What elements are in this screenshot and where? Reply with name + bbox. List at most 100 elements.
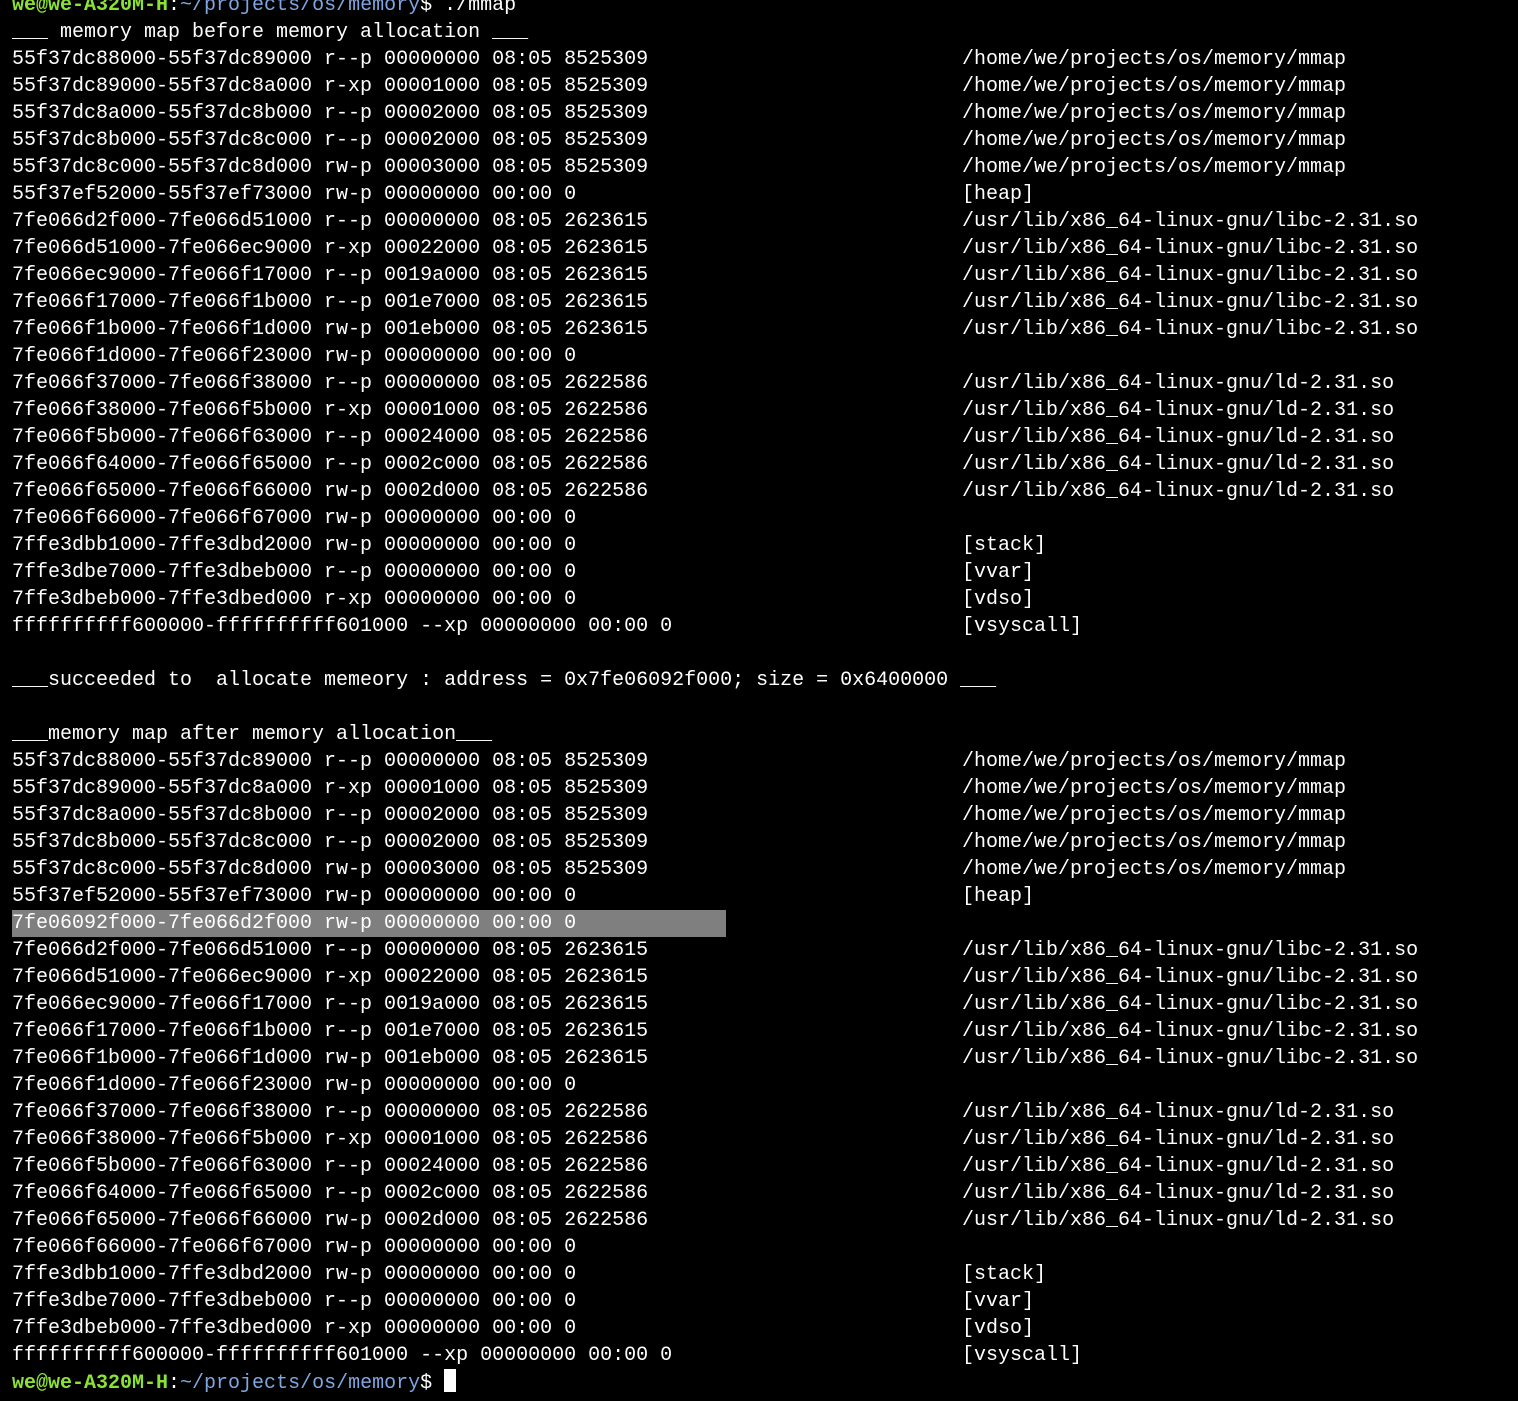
map-row-path: /usr/lib/x86_64-linux-gnu/libc-2.31.so: [962, 291, 1419, 314]
map-row-path: /usr/lib/x86_64-linux-gnu/ld-2.31.so: [962, 1128, 1395, 1151]
map-row-text: 7ffe3dbeb000-7ffe3dbed000 r-xp 00000000 …: [12, 588, 577, 611]
prompt-symbol: $: [420, 1372, 433, 1395]
map-row: 7fe06092f000-7fe066d2f000 rw-p 00000000 …: [0, 910, 1518, 937]
map-row-path: [vdso]: [962, 588, 1035, 611]
map-row-text: ffffffffff600000-ffffffffff601000 --xp 0…: [12, 1344, 673, 1367]
map-row-text: 7fe066f64000-7fe066f65000 r--p 0002c000 …: [12, 1182, 649, 1205]
command-text: ./mmap: [432, 0, 517, 17]
map-row-text: 7fe066f38000-7fe066f5b000 r-xp 00001000 …: [12, 399, 649, 422]
prompt-separator: :: [168, 1372, 181, 1395]
map-row-text: 7fe066d51000-7fe066ec9000 r-xp 00022000 …: [12, 237, 649, 260]
map-row-path: /usr/lib/x86_64-linux-gnu/libc-2.31.so: [962, 1020, 1419, 1043]
prompt-user-host: we@we-A320M-H: [12, 0, 169, 17]
map-row-text: 55f37dc89000-55f37dc8a000 r-xp 00001000 …: [12, 75, 649, 98]
map-row-text: 55f37dc8b000-55f37dc8c000 r--p 00002000 …: [12, 129, 649, 152]
map-row: 7fe066ec9000-7fe066f17000 r--p 0019a000 …: [0, 991, 1518, 1018]
map-row-path: /home/we/projects/os/memory/mmap: [962, 858, 1347, 881]
map-row: 55f37dc89000-55f37dc8a000 r-xp 00001000 …: [0, 775, 1518, 802]
map-row-path: /home/we/projects/os/memory/mmap: [962, 777, 1347, 800]
map-row-text: 7fe066f37000-7fe066f38000 r--p 00000000 …: [12, 372, 649, 395]
map-row-text: 55f37dc8a000-55f37dc8b000 r--p 00002000 …: [12, 804, 649, 827]
map-row-text: 7fe066ec9000-7fe066f17000 r--p 0019a000 …: [12, 993, 649, 1016]
map-row: 7fe066f1b000-7fe066f1d000 rw-p 001eb000 …: [0, 1045, 1518, 1072]
map-row-path: /usr/lib/x86_64-linux-gnu/libc-2.31.so: [962, 966, 1419, 989]
terminal-output[interactable]: we@we-A320M-H:~/projects/os/memory$ ./mm…: [0, 0, 1518, 1396]
command-line: we@we-A320M-H:~/projects/os/memory$ ./mm…: [0, 0, 1518, 19]
map-row: 7fe066f5b000-7fe066f63000 r--p 00024000 …: [0, 424, 1518, 451]
map-row-path: /usr/lib/x86_64-linux-gnu/ld-2.31.so: [962, 480, 1395, 503]
map-row-path: /usr/lib/x86_64-linux-gnu/ld-2.31.so: [962, 399, 1395, 422]
map-row: 7fe066f17000-7fe066f1b000 r--p 001e7000 …: [0, 289, 1518, 316]
map-row: 7fe066d2f000-7fe066d51000 r--p 00000000 …: [0, 208, 1518, 235]
map-row: 7fe066f1d000-7fe066f23000 rw-p 00000000 …: [0, 1072, 1518, 1099]
map-row-text: 7fe066f37000-7fe066f38000 r--p 00000000 …: [12, 1101, 649, 1124]
map-row: 7fe066f64000-7fe066f65000 r--p 0002c000 …: [0, 451, 1518, 478]
prompt-line[interactable]: we@we-A320M-H:~/projects/os/memory$: [0, 1369, 1518, 1396]
map-row: ffffffffff600000-ffffffffff601000 --xp 0…: [0, 1342, 1518, 1369]
map-row-text: 7fe066f17000-7fe066f1b000 r--p 001e7000 …: [12, 291, 649, 314]
map-row: 55f37dc8c000-55f37dc8d000 rw-p 00003000 …: [0, 154, 1518, 181]
map-row: 55f37ef52000-55f37ef73000 rw-p 00000000 …: [0, 181, 1518, 208]
map-row-text: 7ffe3dbe7000-7ffe3dbeb000 r--p 00000000 …: [12, 1290, 577, 1313]
map-row-path: /usr/lib/x86_64-linux-gnu/ld-2.31.so: [962, 453, 1395, 476]
map-row: 7fe066ec9000-7fe066f17000 r--p 0019a000 …: [0, 262, 1518, 289]
memory-map-after: 55f37dc88000-55f37dc89000 r--p 00000000 …: [0, 748, 1518, 1369]
map-row: 55f37dc8c000-55f37dc8d000 rw-p 00003000 …: [0, 856, 1518, 883]
map-row: 55f37ef52000-55f37ef73000 rw-p 00000000 …: [0, 883, 1518, 910]
map-row-path: /home/we/projects/os/memory/mmap: [962, 831, 1347, 854]
map-row-path: /usr/lib/x86_64-linux-gnu/ld-2.31.so: [962, 1155, 1395, 1178]
map-row-path: [vsyscall]: [962, 615, 1083, 638]
map-row-path: /usr/lib/x86_64-linux-gnu/libc-2.31.so: [962, 1047, 1419, 1070]
map-row: 55f37dc8a000-55f37dc8b000 r--p 00002000 …: [0, 100, 1518, 127]
map-row: 7fe066f37000-7fe066f38000 r--p 00000000 …: [0, 1099, 1518, 1126]
prompt-cwd: ~/projects/os/memory: [180, 0, 421, 17]
map-row-path: /usr/lib/x86_64-linux-gnu/ld-2.31.so: [962, 1209, 1395, 1232]
map-row-text: 7fe066f1b000-7fe066f1d000 rw-p 001eb000 …: [12, 1047, 649, 1070]
map-row-path: /usr/lib/x86_64-linux-gnu/ld-2.31.so: [962, 1182, 1395, 1205]
map-row: 7ffe3dbb1000-7ffe3dbd2000 rw-p 00000000 …: [0, 1261, 1518, 1288]
map-row-path: [heap]: [962, 183, 1035, 206]
map-row-text: 55f37dc8b000-55f37dc8c000 r--p 00002000 …: [12, 831, 649, 854]
map-row-text: 7fe066f5b000-7fe066f63000 r--p 00024000 …: [12, 426, 649, 449]
map-row: 7fe066f17000-7fe066f1b000 r--p 001e7000 …: [0, 1018, 1518, 1045]
map-row: ffffffffff600000-ffffffffff601000 --xp 0…: [0, 613, 1518, 640]
map-row-text: 55f37ef52000-55f37ef73000 rw-p 00000000 …: [12, 885, 577, 908]
map-row-text: 7fe066d51000-7fe066ec9000 r-xp 00022000 …: [12, 966, 649, 989]
map-row-path: /home/we/projects/os/memory/mmap: [962, 75, 1347, 98]
map-row: 7fe066f66000-7fe066f67000 rw-p 00000000 …: [0, 1234, 1518, 1261]
map-row: 7fe066d51000-7fe066ec9000 r-xp 00022000 …: [0, 235, 1518, 262]
map-row-text: ffffffffff600000-ffffffffff601000 --xp 0…: [12, 615, 673, 638]
text-cursor: [444, 1369, 457, 1392]
map-row: 7fe066f65000-7fe066f66000 rw-p 0002d000 …: [0, 478, 1518, 505]
map-row: 7fe066f1b000-7fe066f1d000 rw-p 001eb000 …: [0, 316, 1518, 343]
map-row-text: 7ffe3dbe7000-7ffe3dbeb000 r--p 00000000 …: [12, 561, 577, 584]
map-row-path: /usr/lib/x86_64-linux-gnu/ld-2.31.so: [962, 426, 1395, 449]
map-row: 7fe066f1d000-7fe066f23000 rw-p 00000000 …: [0, 343, 1518, 370]
map-row-path: /home/we/projects/os/memory/mmap: [962, 48, 1347, 71]
map-row-text: 7fe066f1d000-7fe066f23000 rw-p 00000000 …: [12, 1074, 577, 1097]
map-row-text: 55f37dc8c000-55f37dc8d000 rw-p 00003000 …: [12, 156, 649, 179]
map-row-path: [vsyscall]: [962, 1344, 1083, 1367]
before-title: ___ memory map before memory allocation …: [12, 21, 529, 44]
map-row-path: /home/we/projects/os/memory/mmap: [962, 156, 1347, 179]
map-row: 7fe066f37000-7fe066f38000 r--p 00000000 …: [0, 370, 1518, 397]
map-row-path: /home/we/projects/os/memory/mmap: [962, 102, 1347, 125]
map-row-path: /usr/lib/x86_64-linux-gnu/libc-2.31.so: [962, 993, 1419, 1016]
map-row-text: 7fe066ec9000-7fe066f17000 r--p 0019a000 …: [12, 264, 649, 287]
map-row-text: 55f37dc89000-55f37dc8a000 r-xp 00001000 …: [12, 777, 649, 800]
map-row: 55f37dc8a000-55f37dc8b000 r--p 00002000 …: [0, 802, 1518, 829]
map-row-text: 55f37dc88000-55f37dc89000 r--p 00000000 …: [12, 48, 649, 71]
map-row-text: 7fe066f65000-7fe066f66000 rw-p 0002d000 …: [12, 1209, 649, 1232]
map-row-text-highlighted: 7fe06092f000-7fe066d2f000 rw-p 00000000 …: [12, 910, 726, 937]
map-row: 7ffe3dbb1000-7ffe3dbd2000 rw-p 00000000 …: [0, 532, 1518, 559]
map-row-path: /usr/lib/x86_64-linux-gnu/libc-2.31.so: [962, 318, 1419, 341]
map-row: 55f37dc8b000-55f37dc8c000 r--p 00002000 …: [0, 829, 1518, 856]
memory-map-before: 55f37dc88000-55f37dc89000 r--p 00000000 …: [0, 46, 1518, 640]
map-row: 7fe066f5b000-7fe066f63000 r--p 00024000 …: [0, 1153, 1518, 1180]
map-row: 55f37dc8b000-55f37dc8c000 r--p 00002000 …: [0, 127, 1518, 154]
prompt-user-host: we@we-A320M-H: [12, 1372, 169, 1395]
map-row-text: 7ffe3dbeb000-7ffe3dbed000 r-xp 00000000 …: [12, 1317, 577, 1340]
map-row-path: /usr/lib/x86_64-linux-gnu/libc-2.31.so: [962, 237, 1419, 260]
